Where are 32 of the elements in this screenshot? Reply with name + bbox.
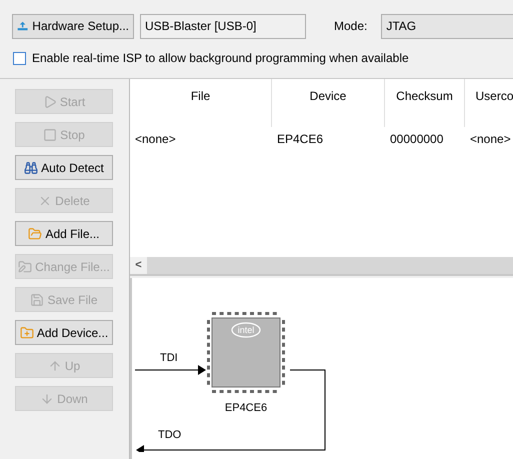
folder-icon: [18, 260, 32, 274]
folder-icon: [28, 226, 42, 240]
binoculars-icon: [24, 160, 38, 174]
table-cell-text: <none>: [134, 131, 177, 148]
tdi-arrow: [134, 365, 206, 375]
column-header[interactable]: Device: [272, 79, 385, 127]
column-header[interactable]: File: [130, 79, 272, 127]
action-button[interactable]: Add File...: [15, 221, 113, 246]
isp-label: Enable real-time ISP to allow background programming when available: [32, 50, 409, 67]
folder-plus-icon: [20, 326, 34, 340]
horizontal-scrollbar[interactable]: <: [130, 257, 513, 274]
table-cell-text: EP4CE6: [276, 131, 324, 148]
hardware-setup-button[interactable]: Hardware Setup...: [12, 14, 134, 38]
tdo-label: TDO: [158, 429, 182, 441]
mode-field[interactable]: JTAG: [381, 14, 513, 38]
hardware-field[interactable]: USB-Blaster [USB-0]: [140, 14, 306, 38]
stop-icon: [43, 128, 58, 142]
table-cell-text: 00000000: [389, 131, 444, 148]
isp-checkbox[interactable]: [13, 52, 26, 64]
action-button[interactable]: Add Device...: [15, 320, 113, 345]
column-header[interactable]: Checksum: [385, 79, 465, 127]
upload-icon: [17, 19, 28, 33]
action-button[interactable]: Auto Detect: [15, 155, 113, 180]
arrow-up-icon: [48, 358, 62, 372]
save-icon: [30, 292, 44, 306]
mode-label: Mode:: [334, 18, 368, 35]
table-cell-text: <none>: [469, 131, 512, 148]
device-label: EP4CE6: [224, 402, 268, 414]
tdi-label: TDI: [160, 352, 178, 364]
arrow-down-icon: [40, 392, 54, 406]
play-icon: [42, 94, 57, 108]
column-header[interactable]: Userco: [465, 79, 513, 127]
